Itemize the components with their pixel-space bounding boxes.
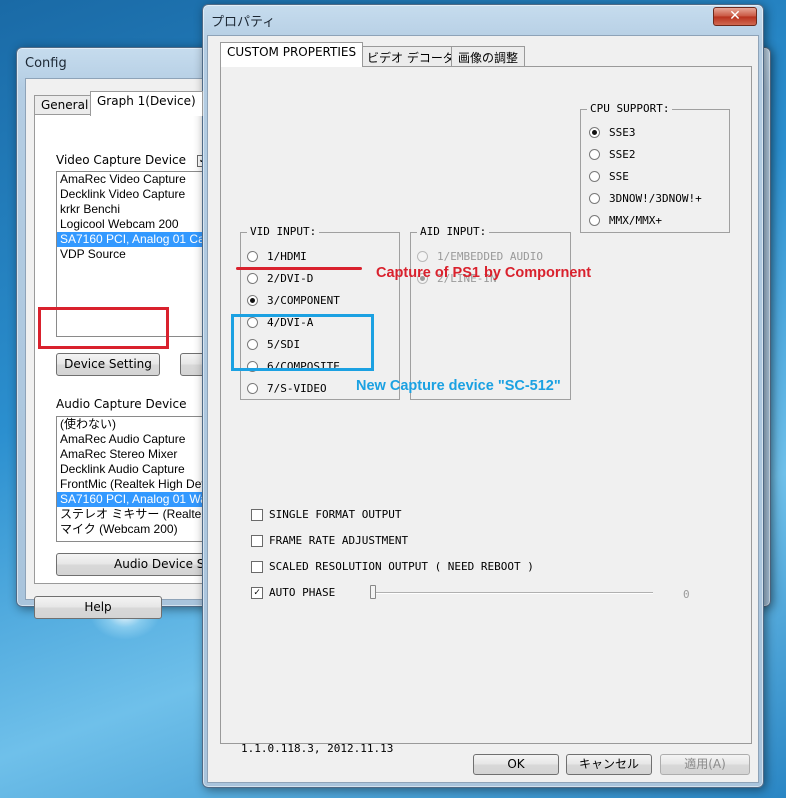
checkbox-label: FRAME RATE ADJUSTMENT (269, 534, 409, 547)
list-item[interactable]: Decklink Audio Capture (57, 462, 210, 477)
list-item[interactable]: krkr Benchi (57, 202, 205, 217)
radio-icon[interactable] (247, 251, 258, 262)
cpu-option-label: SSE (609, 170, 629, 183)
list-item[interactable]: VDP Source (57, 247, 205, 262)
device-setting-highlight-box (38, 307, 169, 349)
checkbox-icon[interactable] (251, 535, 263, 547)
properties-client: CUSTOM PROPERTIES ビデオ デコーダー 画像の調整 CPU SU… (207, 35, 759, 783)
list-item[interactable]: Decklink Video Capture (57, 187, 205, 202)
tab-custom-properties[interactable]: CUSTOM PROPERTIES (220, 42, 364, 67)
tab-graph-1-device[interactable]: Graph 1(Device) (90, 91, 203, 116)
component-annotation: Capture of PS1 by Compornent (376, 265, 592, 281)
list-item[interactable]: Logicool Webcam 200 (57, 217, 205, 232)
radio-icon (417, 251, 428, 262)
video-capture-label: Video Capture Device (56, 153, 187, 167)
list-item[interactable]: AmaRec Stereo Mixer (57, 447, 210, 462)
list-item[interactable]: マイク (Webcam 200) (57, 522, 210, 537)
new-device-annotation: New Capture device "SC-512" (356, 378, 561, 394)
close-button[interactable]: ✕ (713, 7, 757, 26)
radio-checked-icon[interactable] (589, 127, 600, 138)
apply-button[interactable]: 適用(A) (660, 754, 750, 775)
vid-input-title: VID INPUT: (247, 225, 320, 238)
checkbox-label: SCALED RESOLUTION OUTPUT ( NEED REBOOT ) (269, 560, 534, 573)
radio-icon[interactable] (589, 171, 600, 182)
device-setting-button[interactable]: Device Setting (56, 353, 160, 376)
aid-input-title: AID INPUT: (417, 225, 490, 238)
vid-option-label: 7/S-VIDEO (267, 382, 327, 395)
cpu-option-label: SSE2 (609, 148, 636, 161)
vid-option-label: 3/COMPONENT (267, 294, 340, 307)
auto-phase-slider-value: 0 (683, 588, 690, 601)
list-item[interactable]: SA7160 PCI, Analog 01 Wa (57, 492, 210, 507)
aid-option-label: 1/EMBEDDED AUDIO (437, 250, 543, 263)
list-item[interactable]: FrontMic (Realtek High Def (57, 477, 210, 492)
radio-icon[interactable] (589, 215, 600, 226)
cancel-button[interactable]: キャンセル (566, 754, 652, 775)
help-button[interactable]: Help (34, 596, 162, 619)
auto-phase-slider-track[interactable] (371, 592, 653, 594)
list-item[interactable]: (使わない) (57, 417, 210, 432)
radio-icon[interactable] (589, 149, 600, 160)
close-icon: ✕ (729, 8, 741, 24)
cpu-option-label: 3DNOW!/3DNOW!+ (609, 192, 702, 205)
radio-checked-icon[interactable] (247, 295, 258, 306)
tab-image-adjustment[interactable]: 画像の調整 (451, 46, 526, 66)
checkbox-icon[interactable] (251, 509, 263, 521)
vid-option-label: 2/DVI-D (267, 272, 314, 285)
vid-option-label: 1/HDMI (267, 250, 307, 263)
config-window-title: Config (25, 56, 67, 71)
list-item[interactable]: SA7160 PCI, Analog 01 Ca (57, 232, 205, 247)
tab-general[interactable]: General (34, 95, 96, 115)
new-device-highlight-box (231, 314, 374, 371)
cpu-option-label: SSE3 (609, 126, 636, 139)
checkbox-label: SINGLE FORMAT OUTPUT (269, 508, 402, 521)
audio-capture-label: Audio Capture Device (56, 397, 187, 411)
audio-device-setting-button[interactable]: Audio Device Setti (56, 553, 211, 576)
audio-device-list[interactable]: (使わない) AmaRec Audio Capture AmaRec Stere… (56, 416, 211, 542)
list-item[interactable]: AmaRec Audio Capture (57, 432, 210, 447)
checkbox-label: AUTO PHASE (269, 586, 336, 599)
aid-input-group: AID INPUT: 1/EMBEDDED AUDIO 2/LINE-IN (410, 225, 571, 400)
checkbox-checked-icon[interactable]: ✓ (251, 587, 263, 599)
radio-icon[interactable] (247, 273, 258, 284)
cpu-support-title: CPU SUPPORT: (587, 102, 673, 115)
cpu-option-label: MMX/MMX+ (609, 214, 662, 227)
radio-icon[interactable] (247, 383, 258, 394)
auto-phase-slider-thumb[interactable] (370, 585, 376, 599)
list-item[interactable]: AmaRec Video Capture (57, 172, 205, 187)
ok-button[interactable]: OK (473, 754, 559, 775)
checkbox-icon[interactable] (251, 561, 263, 573)
properties-dialog: プロパティ ✕ CUSTOM PROPERTIES ビデオ デコーダー 画像の調… (202, 4, 764, 788)
version-text: 1.1.0.118.3, 2012.11.13 (241, 742, 394, 755)
radio-icon[interactable] (589, 193, 600, 204)
properties-tabpanel: CPU SUPPORT: SSE3 SSE2 SSE 3DNOW!/3DNOW!… (220, 66, 752, 755)
cpu-support-group: CPU SUPPORT: SSE3 SSE2 SSE 3DNOW!/3DNOW!… (580, 102, 730, 233)
properties-dialog-title: プロパティ (211, 15, 276, 30)
list-item[interactable]: ステレオ ミキサー (Realtek High (57, 507, 210, 522)
component-underline (236, 267, 362, 270)
